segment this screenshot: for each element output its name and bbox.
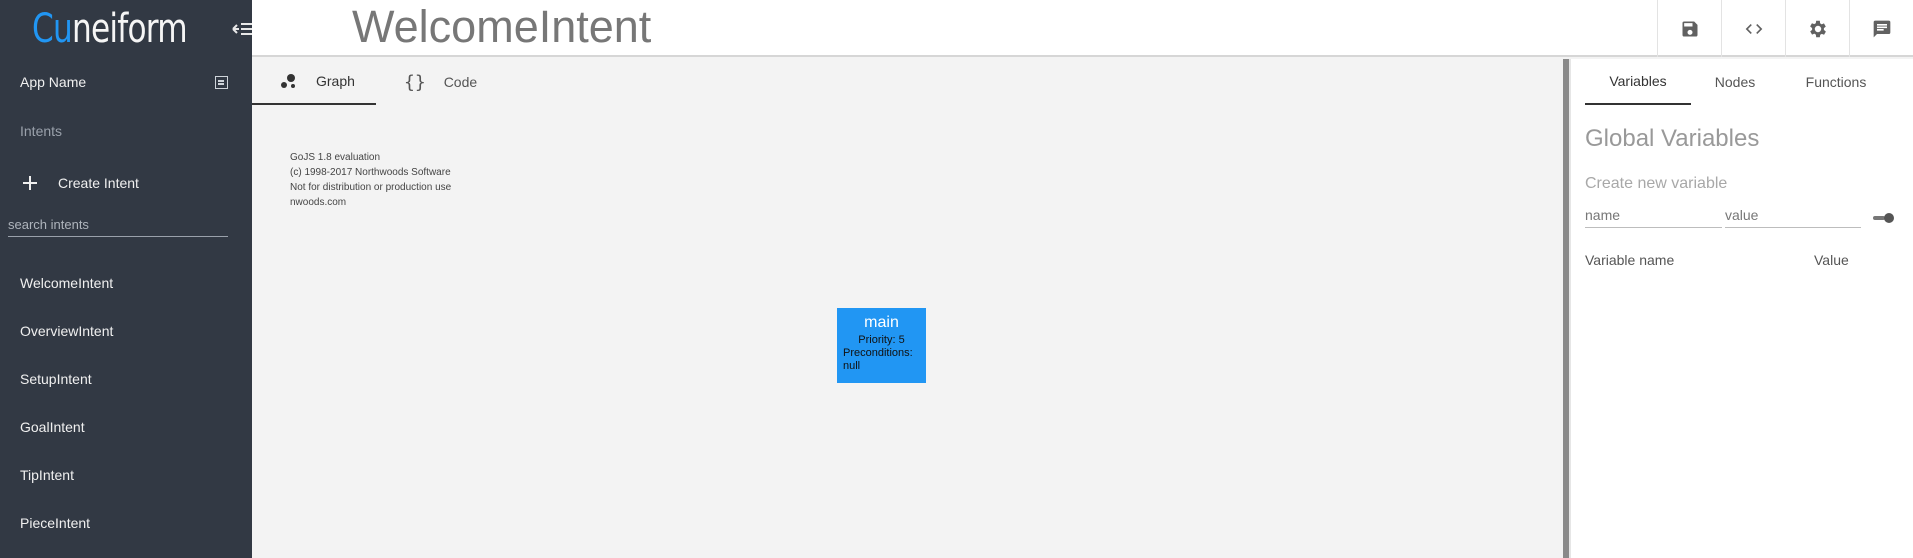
tab-variables[interactable]: Variables (1585, 59, 1691, 105)
tab-graph[interactable]: Graph (252, 59, 376, 105)
right-panel: Variables Nodes Functions Global Variabl… (1571, 59, 1913, 558)
intent-item-goal[interactable]: GoalIntent (0, 403, 252, 451)
view-code-button[interactable] (1721, 0, 1785, 57)
variable-name-input[interactable] (1585, 207, 1722, 228)
create-variable-form (1585, 207, 1913, 228)
right-panel-tabs: Variables Nodes Functions (1585, 59, 1913, 105)
app-name-label: App Name (20, 74, 87, 90)
create-intent-label: Create Intent (58, 175, 139, 191)
app-logo: Cuneiform (32, 5, 188, 52)
add-variable-toggle-icon[interactable] (1873, 212, 1895, 224)
search-wrap (0, 211, 252, 237)
watermark-line: GoJS 1.8 evaluation (290, 152, 381, 163)
logo-text: neiform (71, 5, 188, 52)
node-priority: Priority: 5 (858, 334, 905, 346)
code-icon (1745, 23, 1762, 34)
intent-item-overview[interactable]: OverviewIntent (0, 307, 252, 355)
editor-tabs: Graph {} Code (252, 59, 501, 105)
save-button[interactable] (1657, 0, 1721, 57)
tab-code[interactable]: {} Code (376, 59, 501, 105)
chat-icon (1873, 20, 1890, 37)
page-title: WelcomeIntent (352, 1, 652, 52)
graph-node-main[interactable]: main Priority: 5 Preconditions: null (837, 308, 926, 383)
logo-bar: Cuneiform (0, 0, 252, 57)
intent-item-welcome[interactable]: WelcomeIntent (0, 259, 252, 307)
watermark-line: Not for distribution or production use (290, 182, 452, 193)
gojs-watermark: GoJS 1.8 evaluation (c) 1998-2017 Northw… (290, 150, 451, 210)
graph-icon (280, 72, 298, 90)
tab-functions[interactable]: Functions (1779, 59, 1893, 105)
sidebar: Cuneiform App Name Intents Create Intent… (0, 0, 252, 558)
create-variable-label: Create new variable (1585, 175, 1728, 192)
node-preconditions-value: null (843, 360, 861, 372)
tab-graph-label: Graph (316, 73, 355, 89)
settings-button[interactable] (1785, 0, 1849, 57)
save-icon (1682, 21, 1697, 36)
watermark-line: nwoods.com (290, 197, 347, 208)
node-preconditions-label: Preconditions: (843, 347, 913, 359)
column-variable-name: Variable name (1585, 252, 1675, 268)
intent-list: WelcomeIntent OverviewIntent SetupIntent… (0, 259, 252, 547)
intent-item-tip[interactable]: TipIntent (0, 451, 252, 499)
variables-table-header: Variable name Value (1585, 252, 1913, 268)
collapse-sidebar-icon[interactable] (231, 20, 253, 38)
header-actions (1657, 0, 1913, 57)
column-value: Value (1814, 252, 1849, 268)
intents-section-label: Intents (20, 123, 63, 139)
node-title: main (864, 314, 899, 331)
app-name-row[interactable]: App Name (0, 59, 252, 105)
logo-accent-text: Cu (32, 5, 73, 52)
app-name-edit-icon[interactable] (215, 75, 228, 89)
plus-icon (22, 175, 38, 191)
global-variables-title: Global Variables (1585, 125, 1760, 152)
intent-item-setup[interactable]: SetupIntent (0, 355, 252, 403)
variable-value-input[interactable] (1725, 207, 1861, 228)
tab-nodes[interactable]: Nodes (1691, 59, 1779, 105)
search-intents-input[interactable] (8, 211, 228, 237)
feedback-button[interactable] (1849, 0, 1913, 57)
create-intent-button[interactable]: Create Intent (0, 157, 252, 209)
watermark-line: (c) 1998-2017 Northwoods Software (290, 167, 451, 178)
settings-icon (1809, 20, 1826, 37)
graph-canvas[interactable]: GoJS 1.8 evaluation (c) 1998-2017 Northw… (252, 105, 1563, 558)
top-header: WelcomeIntent (252, 0, 1913, 57)
tab-code-label: Code (443, 74, 478, 90)
braces-icon: {} (404, 71, 426, 93)
intent-item-piece[interactable]: PieceIntent (0, 499, 252, 547)
